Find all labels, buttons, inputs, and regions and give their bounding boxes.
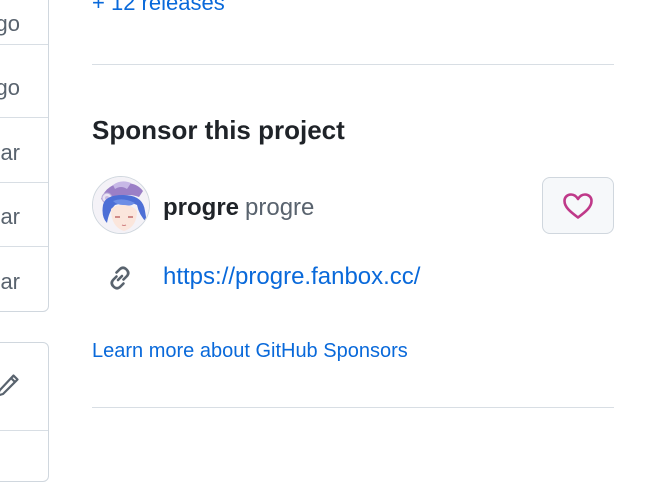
pencil-icon[interactable]: [0, 373, 20, 399]
file-row[interactable]: ar: [0, 247, 48, 311]
repo-sidebar: + 12 releases Sponsor this project progr…: [92, 0, 614, 442]
sponsor-avatar-image: [93, 177, 149, 233]
sponsor-row: progre progre: [92, 176, 614, 236]
sponsor-display-name: progre: [245, 194, 315, 221]
funding-link-row: https://progre.fanbox.cc/: [92, 258, 614, 298]
file-row-age: go: [0, 11, 20, 36]
divider: [92, 64, 614, 65]
heart-icon: [563, 192, 593, 219]
learn-more-sponsors-link[interactable]: Learn more about GitHub Sponsors: [92, 338, 408, 364]
sponsor-section-title: Sponsor this project: [92, 115, 345, 145]
file-row[interactable]: ar: [0, 119, 48, 183]
sponsor-login-link[interactable]: progre: [163, 193, 239, 223]
file-row[interactable]: ar: [0, 183, 48, 247]
avatar[interactable]: [92, 176, 150, 234]
edit-panel: [0, 342, 49, 482]
file-row[interactable]: go: [0, 0, 48, 45]
sponsor-button[interactable]: [542, 177, 614, 234]
divider: [92, 407, 614, 408]
file-list-panel: go go ar ar ar: [0, 0, 49, 312]
divider: [0, 430, 48, 431]
file-row-age: ar: [0, 140, 20, 165]
releases-link[interactable]: + 12 releases: [92, 0, 225, 16]
funding-link[interactable]: https://progre.fanbox.cc/: [163, 262, 420, 292]
file-row-age: go: [0, 75, 20, 100]
file-row-age: ar: [0, 204, 20, 229]
file-row[interactable]: go: [0, 54, 48, 118]
file-row-age: ar: [0, 269, 20, 294]
link-icon: [110, 266, 130, 290]
